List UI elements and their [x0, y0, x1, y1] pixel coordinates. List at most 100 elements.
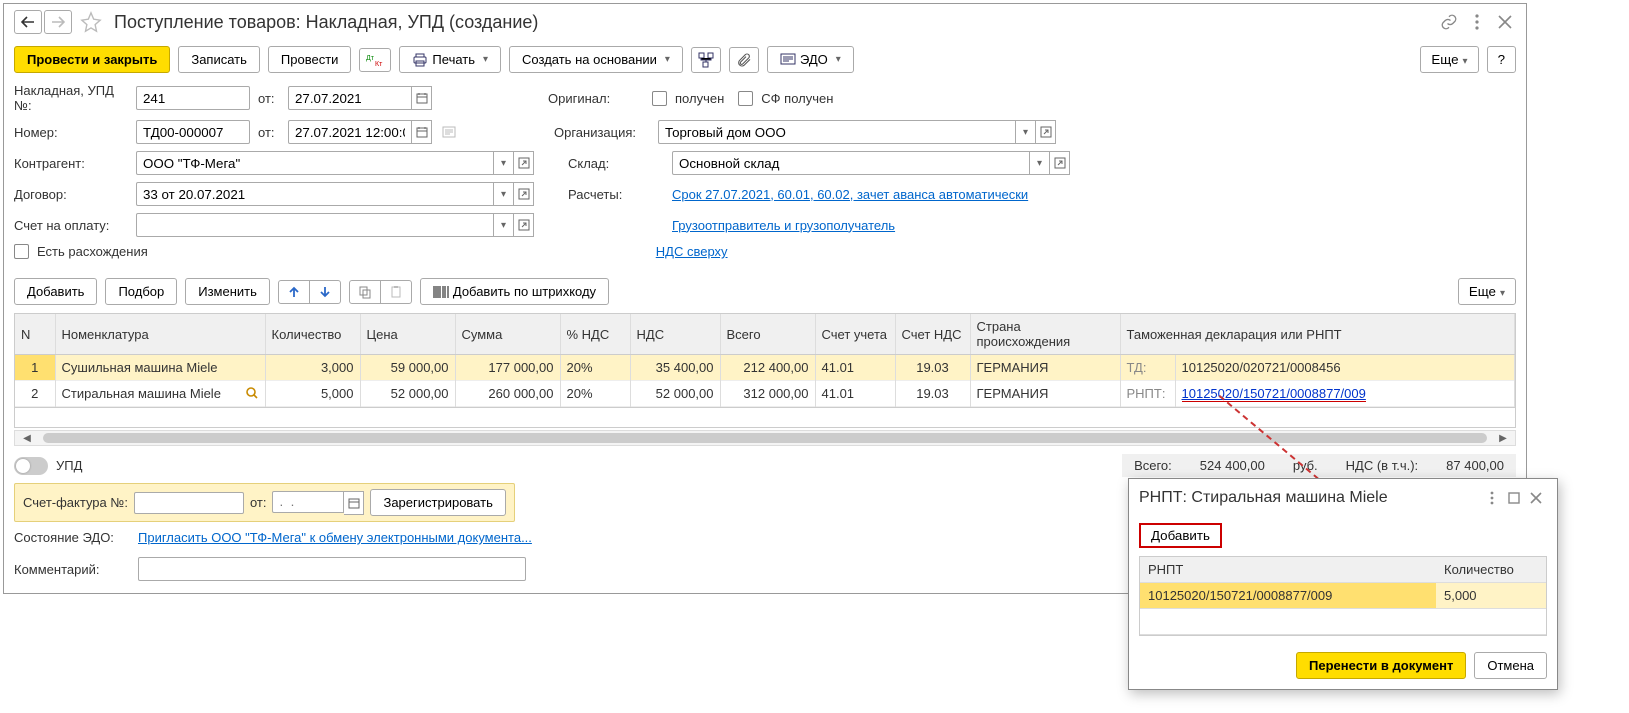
- post-button[interactable]: Провести: [268, 46, 352, 73]
- contract-open[interactable]: [514, 182, 534, 206]
- calendar-button-2[interactable]: [412, 120, 432, 144]
- attachment-button[interactable]: [729, 47, 759, 73]
- contract-label: Договор:: [14, 187, 132, 202]
- org-open[interactable]: [1036, 120, 1056, 144]
- edo-state-link[interactable]: Пригласить ООО "ТФ-Мега" к обмену электр…: [138, 530, 532, 545]
- number-label: Номер:: [14, 125, 132, 140]
- popup-maximize-icon[interactable]: [1503, 487, 1525, 509]
- calendar-icon: [416, 126, 428, 138]
- counterparty-open[interactable]: [514, 151, 534, 175]
- edo-button[interactable]: ЭДО: [767, 46, 854, 73]
- contract-input[interactable]: [136, 182, 494, 206]
- sf-received-label: СФ получен: [761, 91, 833, 106]
- customs-link[interactable]: 10125020/150721/0008877/009: [1182, 386, 1366, 402]
- counterparty-drop[interactable]: ▾: [494, 151, 514, 175]
- counterparty-label: Контрагент:: [14, 156, 132, 171]
- popup-cell-rnpt[interactable]: 10125020/150721/0008877/009: [1140, 583, 1436, 609]
- nav-forward-button[interactable]: [44, 10, 72, 34]
- move-down-button[interactable]: [310, 281, 340, 303]
- copy-button[interactable]: [350, 281, 381, 303]
- org-drop[interactable]: ▾: [1016, 120, 1036, 144]
- cell-qty: 5,000: [265, 381, 360, 407]
- post-and-close-button[interactable]: Провести и закрыть: [14, 46, 170, 73]
- edo-state-label: Состояние ЭДО:: [14, 530, 132, 545]
- popup-kebab-icon[interactable]: [1481, 487, 1503, 509]
- table-add-button[interactable]: Добавить: [14, 278, 97, 305]
- popup-cancel-button[interactable]: Отмена: [1474, 652, 1547, 679]
- more-button[interactable]: Еще: [1420, 46, 1478, 73]
- popup-close-icon[interactable]: [1525, 487, 1547, 509]
- vat-link[interactable]: НДС сверху: [656, 244, 728, 259]
- number-date-input[interactable]: [288, 120, 412, 144]
- paste-button[interactable]: [381, 281, 411, 303]
- popup-add-button[interactable]: Добавить: [1139, 523, 1222, 548]
- table-edit-button[interactable]: Изменить: [185, 278, 270, 305]
- sf-number-input[interactable]: [134, 492, 244, 514]
- warehouse-open[interactable]: [1050, 151, 1070, 175]
- help-button[interactable]: ?: [1487, 46, 1516, 73]
- number-input[interactable]: [136, 120, 250, 144]
- org-input[interactable]: [658, 120, 1016, 144]
- popup-th-rnpt: РНПТ: [1140, 557, 1436, 583]
- invoice-no-input[interactable]: [136, 86, 250, 110]
- barcode-add-button[interactable]: Добавить по штрихкоду: [420, 278, 609, 305]
- consignor-link[interactable]: Грузоотправитель и грузополучатель: [672, 218, 895, 233]
- dtkt-button[interactable]: ДтКт: [359, 48, 391, 72]
- cell-price: 59 000,00: [360, 355, 455, 381]
- items-grid[interactable]: N Номенклатура Количество Цена Сумма % Н…: [14, 313, 1516, 408]
- scroll-right-icon[interactable]: ▶: [1495, 431, 1511, 445]
- favorite-star-icon[interactable]: [80, 11, 102, 33]
- warehouse-input[interactable]: [672, 151, 1030, 175]
- cell-vatacct: 19.03: [895, 355, 970, 381]
- calendar-button-1[interactable]: [412, 86, 432, 110]
- dtkt-icon: ДтКт: [366, 53, 384, 67]
- th-customs: Таможенная декларация или РНПТ: [1120, 314, 1515, 355]
- settlements-label: Расчеты:: [568, 187, 668, 202]
- sf-calendar-button[interactable]: [344, 491, 364, 515]
- link-icon[interactable]: [1438, 11, 1460, 33]
- horizontal-scrollbar[interactable]: ◀ ▶: [14, 430, 1516, 446]
- pay-invoice-drop[interactable]: ▾: [494, 213, 514, 237]
- create-based-button[interactable]: Создать на основании: [509, 46, 683, 73]
- table-row[interactable]: 2Стиральная машина Miele5,00052 000,0026…: [15, 381, 1515, 407]
- comment-input[interactable]: [138, 557, 526, 581]
- sf-label: Счет-фактура №:: [23, 495, 128, 510]
- print-button[interactable]: Печать: [399, 46, 501, 73]
- nav-back-button[interactable]: [14, 10, 42, 34]
- cell-n: 1: [15, 355, 55, 381]
- popup-cell-qty[interactable]: 5,000: [1436, 583, 1546, 609]
- pay-invoice-input[interactable]: [136, 213, 494, 237]
- table-row[interactable]: 1Сушильная машина Miele3,00059 000,00177…: [15, 355, 1515, 381]
- cell-customs-prefix: ТД:: [1120, 355, 1175, 381]
- contract-drop[interactable]: ▾: [494, 182, 514, 206]
- sf-date-input[interactable]: [272, 491, 344, 513]
- upd-toggle[interactable]: [14, 457, 48, 475]
- table-pick-button[interactable]: Подбор: [105, 278, 177, 305]
- pay-invoice-open[interactable]: [514, 213, 534, 237]
- discrepancies-checkbox[interactable]: [14, 244, 29, 259]
- move-up-button[interactable]: [279, 281, 310, 303]
- popup-grid[interactable]: РНПТ Количество 10125020/150721/0008877/…: [1139, 556, 1547, 636]
- structure-button[interactable]: [691, 47, 721, 73]
- save-button[interactable]: Записать: [178, 46, 260, 73]
- barcode-icon: [433, 285, 449, 299]
- warehouse-drop[interactable]: ▾: [1030, 151, 1050, 175]
- cell-country: ГЕРМАНИЯ: [970, 355, 1120, 381]
- th-vatpct: % НДС: [560, 314, 630, 355]
- open-icon: [518, 188, 530, 200]
- popup-transfer-button[interactable]: Перенести в документ: [1296, 652, 1466, 679]
- table-more-button[interactable]: Еще: [1458, 278, 1516, 305]
- totals-label: Всего:: [1134, 458, 1172, 473]
- cell-customs: 10125020/020721/0008456: [1175, 355, 1515, 381]
- th-country: Страна происхождения: [970, 314, 1120, 355]
- register-button[interactable]: Зарегистрировать: [370, 489, 505, 516]
- scroll-left-icon[interactable]: ◀: [19, 431, 35, 445]
- th-sum: Сумма: [455, 314, 560, 355]
- settlements-link[interactable]: Срок 27.07.2021, 60.01, 60.02, зачет ава…: [672, 187, 1028, 202]
- received-checkbox[interactable]: [652, 91, 667, 106]
- counterparty-input[interactable]: [136, 151, 494, 175]
- kebab-menu-icon[interactable]: [1466, 11, 1488, 33]
- invoice-date-input[interactable]: [288, 86, 412, 110]
- sf-received-checkbox[interactable]: [738, 91, 753, 106]
- close-icon[interactable]: [1494, 11, 1516, 33]
